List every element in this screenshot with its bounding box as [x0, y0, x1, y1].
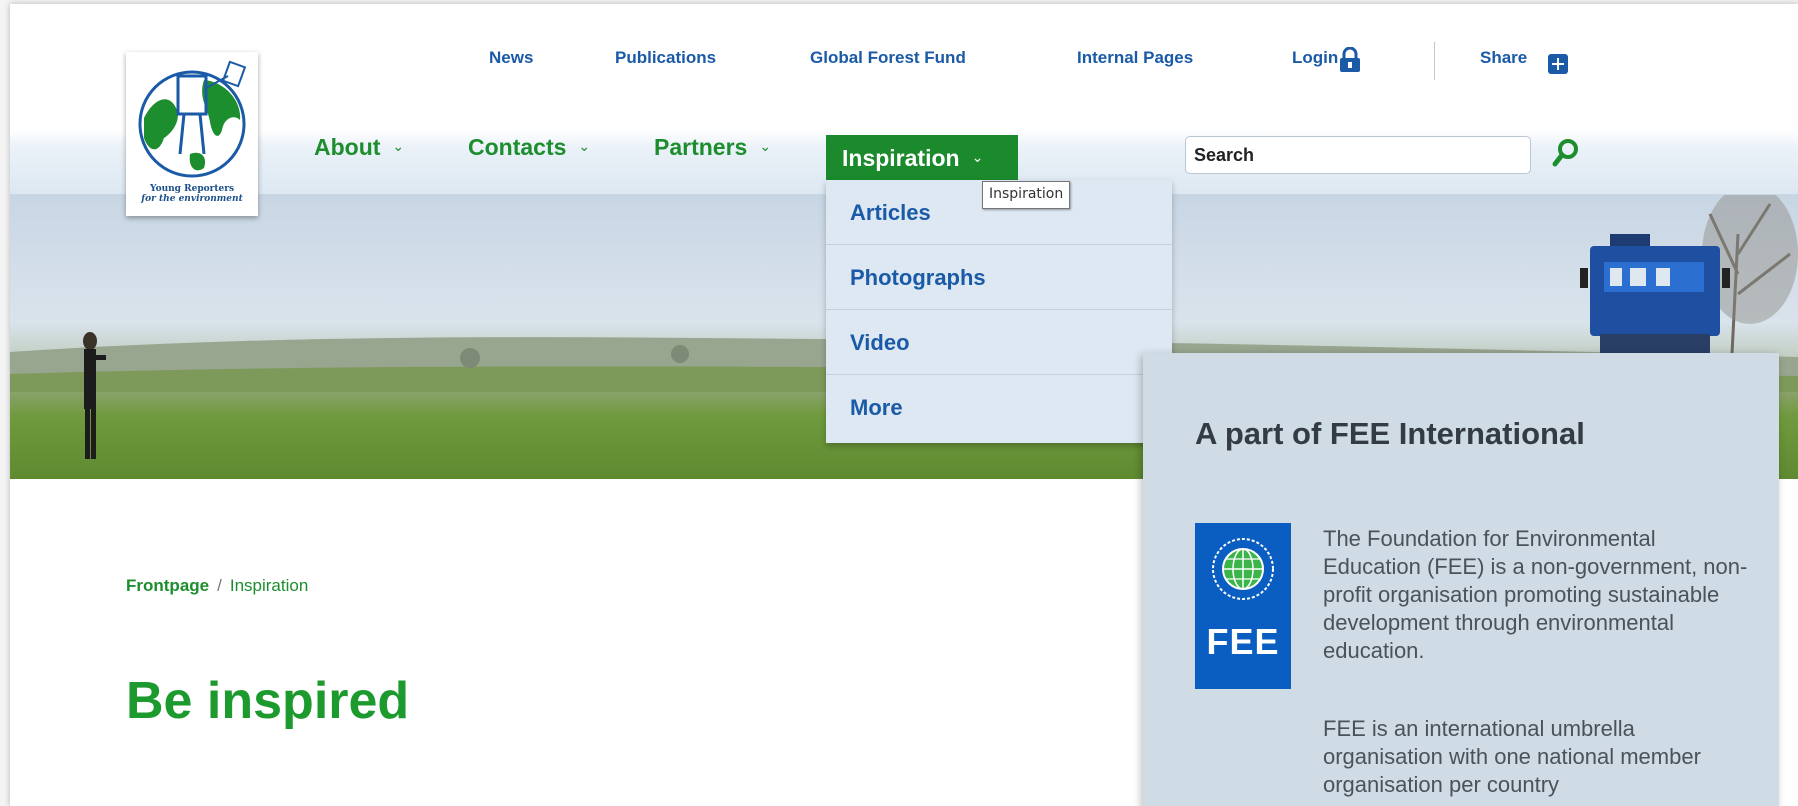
chevron-down-icon: ⌄ [392, 138, 405, 154]
lock-icon[interactable] [1339, 47, 1361, 73]
fee-description-1: The Foundation for Environmental Educati… [1323, 526, 1748, 663]
globe-logo-icon [138, 60, 247, 178]
site-logo[interactable]: Young Reporters for the environment [126, 52, 258, 216]
page-title: Be inspired [126, 672, 410, 730]
main-nav-partners[interactable]: Partners ⌄ [654, 134, 771, 161]
person-figure [83, 332, 106, 459]
nav-internal-pages[interactable]: Internal Pages [1077, 48, 1193, 68]
logo-line-2: for the environment [141, 194, 243, 204]
chevron-down-icon: ⌄ [759, 138, 772, 154]
fee-logo[interactable]: FEE [1195, 523, 1291, 689]
truck-illustration [1580, 234, 1730, 364]
page: Young Reporters for the environment News… [10, 4, 1798, 806]
tooltip: Inspiration [982, 181, 1071, 209]
share-plus-icon[interactable] [1548, 54, 1568, 74]
dropdown-item-more[interactable]: More [826, 375, 1172, 440]
breadcrumb-home-link[interactable]: Frontpage [126, 576, 209, 595]
nav-news[interactable]: News [489, 48, 533, 68]
nav-global-forest-fund[interactable]: Global Forest Fund [810, 48, 966, 68]
main-nav-inspiration-label: Inspiration [842, 145, 960, 171]
dropdown-item-photographs[interactable]: Photographs [826, 245, 1172, 310]
nav-share[interactable]: Share [1480, 48, 1527, 68]
nav-login[interactable]: Login [1292, 48, 1338, 68]
main-nav-inspiration[interactable]: Inspiration ⌄ [826, 135, 1018, 180]
fee-logo-text: FEE [1206, 621, 1280, 662]
breadcrumb-current: Inspiration [229, 576, 309, 595]
search-icon[interactable] [1552, 138, 1580, 168]
breadcrumb: Frontpage / Inspiration [126, 576, 308, 596]
fee-info-panel: A part of FEE International FEE The Foun… [1143, 353, 1779, 806]
logo-line-1: Young Reporters [149, 184, 235, 194]
main-nav-about[interactable]: About ⌄ [314, 134, 404, 161]
inspiration-dropdown: Articles Photographs Video More [826, 180, 1172, 443]
fee-description-2: FEE is an international umbrella organis… [1323, 716, 1701, 797]
chevron-down-icon: ⌄ [578, 138, 591, 154]
nav-publications[interactable]: Publications [615, 48, 716, 68]
nav-divider [1434, 42, 1435, 80]
breadcrumb-separator: / [217, 576, 222, 595]
search-input[interactable] [1185, 136, 1531, 174]
chevron-down-icon: ⌄ [971, 149, 984, 165]
fee-globe-icon [1212, 538, 1274, 600]
main-nav-contacts[interactable]: Contacts ⌄ [468, 134, 590, 161]
main-nav-contacts-label: Contacts [468, 134, 567, 160]
fee-panel-heading: A part of FEE International [1195, 416, 1585, 451]
main-nav-about-label: About [314, 134, 381, 160]
main-nav-partners-label: Partners [654, 134, 748, 160]
dropdown-item-video[interactable]: Video [826, 310, 1172, 375]
